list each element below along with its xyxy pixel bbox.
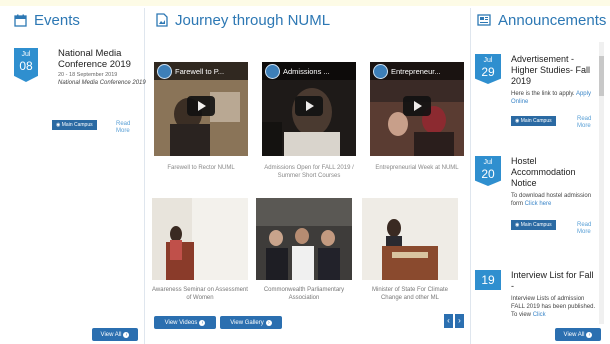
view-gallery-label: View Gallery bbox=[230, 319, 264, 326]
event-description: National Media Conference 2019 bbox=[58, 80, 146, 86]
top-strip bbox=[0, 0, 610, 6]
numl-logo-icon bbox=[157, 63, 172, 79]
newspaper-icon bbox=[477, 14, 491, 26]
video-thumbnail[interactable]: Admissions ... bbox=[262, 62, 356, 156]
announcement-month: Jul bbox=[483, 159, 493, 166]
photo-caption: Awareness Seminar on Assessment of Women bbox=[152, 287, 248, 301]
announcements-view-all-label: View All bbox=[563, 331, 585, 338]
video-title: Farewell to P... bbox=[175, 66, 225, 76]
podium-photo bbox=[362, 198, 458, 280]
audience-photo bbox=[256, 198, 352, 280]
event-title[interactable]: National Media Conference 2019 bbox=[58, 48, 146, 70]
announcement-day: 20 bbox=[481, 167, 495, 181]
announcement-text-body: Here is the link to apply. bbox=[511, 91, 575, 97]
journey-header: Journey through NUML bbox=[150, 8, 466, 32]
view-videos-label: View Videos bbox=[164, 319, 198, 326]
journey-heading: Journey through NUML bbox=[175, 11, 331, 29]
gallery-photo[interactable]: Minister of State For Climate Change and… bbox=[362, 198, 458, 302]
announcement-campus-label: Main Campus bbox=[520, 222, 552, 228]
announcements-panel: Announcements Jul 29 Advertisement -High… bbox=[470, 8, 607, 344]
numl-logo-icon bbox=[373, 63, 388, 79]
arrow-circle-icon: › bbox=[586, 331, 593, 338]
events-header: Events bbox=[8, 8, 144, 32]
photo-caption: Minister of State For Climate Change and… bbox=[371, 287, 449, 301]
gallery-image[interactable] bbox=[256, 198, 352, 280]
video-caption: Admissions Open for FALL 2019 / Summer S… bbox=[264, 165, 354, 179]
video-card[interactable]: Entrepreneur... Entrepreneurial Week at … bbox=[370, 62, 464, 172]
video-title-bar: Farewell to P... bbox=[154, 62, 248, 80]
arrow-circle-icon: › bbox=[199, 319, 206, 326]
announcement-date-badge: Jul 29 bbox=[475, 54, 501, 84]
click-here-link[interactable]: Click here bbox=[525, 201, 552, 207]
video-title-bar: Entrepreneur... bbox=[370, 62, 464, 80]
journey-panel: Journey through NUML Farewell to P... Fa… bbox=[150, 8, 466, 344]
events-view-all-label: View All bbox=[100, 331, 122, 338]
play-icon[interactable] bbox=[187, 96, 215, 116]
announcement-text: Here is the link to apply. Apply Online bbox=[511, 90, 597, 106]
view-videos-button[interactable]: View Videos › bbox=[154, 316, 216, 329]
announcement-title[interactable]: Hostel Accommodation Notice bbox=[511, 156, 597, 189]
gallery-image[interactable] bbox=[362, 198, 458, 280]
video-caption: Farewell to Rector NUML bbox=[167, 165, 235, 171]
announcement-campus-tag: ◉ Main Campus bbox=[511, 220, 556, 230]
scrollbar-thumb[interactable] bbox=[599, 56, 604, 96]
announcement-date-badge: 19 bbox=[475, 270, 501, 290]
video-title: Entrepreneur... bbox=[391, 66, 441, 76]
events-panel: Events Jul 08 National Media Conference … bbox=[8, 8, 146, 344]
video-card[interactable]: Admissions ... Admissions Open for FALL … bbox=[262, 62, 356, 180]
announcement-read-more-link[interactable]: Read More bbox=[577, 222, 595, 236]
gallery-prev-button[interactable]: ‹ bbox=[444, 314, 453, 328]
announcement-read-more-link[interactable]: Read More bbox=[577, 116, 595, 130]
event-date-range: 20 - 18 September 2019 bbox=[58, 72, 118, 78]
gallery-image[interactable] bbox=[152, 198, 248, 280]
announcement-day: 19 bbox=[481, 273, 495, 287]
announcements-scrollbar[interactable] bbox=[599, 42, 604, 324]
seminar-photo bbox=[152, 198, 248, 280]
announcement-text: Interview Lists of admission FALL 2019 h… bbox=[511, 295, 597, 319]
event-campus-tag: ◉ Main Campus bbox=[52, 120, 97, 130]
play-icon[interactable] bbox=[295, 96, 323, 116]
gallery-next-button[interactable]: › bbox=[455, 314, 464, 328]
announcement-text: To download hostel admission form Click … bbox=[511, 192, 597, 208]
announcement-title[interactable]: Interview List for Fall - bbox=[511, 270, 597, 292]
announcement-month: Jul bbox=[483, 57, 493, 64]
video-title: Admissions ... bbox=[283, 66, 330, 76]
gallery-photo[interactable]: Commonwealth Parliamentary Association bbox=[256, 198, 352, 302]
announcement-campus-tag: ◉ Main Campus bbox=[511, 116, 556, 126]
announcements-view-all-button[interactable]: View All › bbox=[555, 328, 601, 341]
video-card[interactable]: Farewell to P... Farewell to Rector NUML bbox=[154, 62, 248, 172]
event-read-more-link[interactable]: Read More bbox=[116, 121, 134, 135]
event-month: Jul bbox=[21, 51, 31, 58]
calendar-icon bbox=[14, 14, 27, 27]
video-thumbnail[interactable]: Entrepreneur... bbox=[370, 62, 464, 156]
announcements-heading: Announcements bbox=[498, 11, 607, 29]
announcements-header: Announcements bbox=[471, 8, 607, 32]
events-view-all-button[interactable]: View All › bbox=[92, 328, 138, 341]
event-date-badge: Jul 08 bbox=[14, 48, 38, 82]
video-caption: Entrepreneurial Week at NUML bbox=[375, 165, 459, 171]
click-link[interactable]: Click bbox=[533, 312, 546, 318]
event-campus-label: Main Campus bbox=[61, 122, 93, 128]
announcement-date-badge: Jul 20 bbox=[475, 156, 501, 186]
view-gallery-button[interactable]: View Gallery › bbox=[220, 316, 282, 329]
numl-logo-icon bbox=[265, 63, 280, 79]
arrow-circle-icon: › bbox=[265, 319, 272, 326]
gallery-photo[interactable]: Awareness Seminar on Assessment of Women bbox=[152, 198, 248, 302]
events-heading: Events bbox=[34, 11, 80, 29]
announcement-campus-label: Main Campus bbox=[520, 118, 552, 124]
event-day: 08 bbox=[19, 59, 33, 73]
video-thumbnail[interactable]: Farewell to P... bbox=[154, 62, 248, 156]
arrow-circle-icon: › bbox=[123, 331, 130, 338]
photo-caption: Commonwealth Parliamentary Association bbox=[263, 287, 345, 301]
image-file-icon bbox=[156, 13, 168, 27]
announcement-text-body: Interview Lists of admission FALL 2019 h… bbox=[511, 296, 596, 318]
video-title-bar: Admissions ... bbox=[262, 62, 356, 80]
announcement-day: 29 bbox=[481, 65, 495, 79]
announcement-title[interactable]: Advertisement -Higher Studies- Fall 2019 bbox=[511, 54, 597, 87]
play-icon[interactable] bbox=[403, 96, 431, 116]
